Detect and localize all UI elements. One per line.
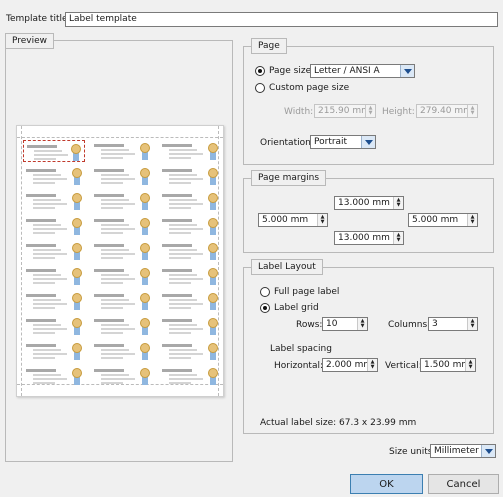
- preview-label-cell: [159, 290, 221, 312]
- size-units-label: Size units: [389, 447, 433, 457]
- margin-bottom-value: 13.000 mm: [338, 233, 390, 243]
- size-units-value: Millimeter: [434, 446, 479, 456]
- preview-label-cell: [159, 315, 221, 337]
- preview-label-cell: [23, 215, 85, 237]
- ok-button[interactable]: OK: [350, 474, 423, 494]
- rows-value: 10: [326, 319, 338, 329]
- label-layout-label: Label Layout: [251, 259, 323, 275]
- preview-label-cell: [91, 340, 153, 362]
- width-input[interactable]: 215.90 mm ▲ ▼: [314, 104, 376, 118]
- margin-top-input[interactable]: 13.000 mm ▲ ▼: [334, 196, 404, 210]
- preview-label-cell: [23, 190, 85, 212]
- spin-arrows-icon[interactable]: ▲ ▼: [467, 318, 477, 330]
- chevron-down-icon: [400, 65, 414, 77]
- preview-label-cell: [23, 340, 85, 362]
- preview-label-cell: [91, 190, 153, 212]
- width-label: Width:: [284, 107, 314, 117]
- spin-arrows-icon[interactable]: ▲ ▼: [367, 359, 377, 371]
- spin-arrows-icon[interactable]: ▲ ▼: [393, 232, 403, 244]
- preview-label-cell: [91, 365, 153, 387]
- preview-label-cell: [159, 365, 221, 387]
- columns-input[interactable]: 3 ▲ ▼: [428, 317, 478, 331]
- columns-label: Columns:: [388, 320, 431, 330]
- preview-label-cell: [159, 340, 221, 362]
- orientation-label: Orientation: [260, 138, 311, 148]
- preview-label-cell: [91, 315, 153, 337]
- preview-label-cell: [159, 190, 221, 212]
- orientation-select[interactable]: Portrait: [310, 135, 376, 149]
- vertical-spacing-input[interactable]: 1.500 mm ▲ ▼: [420, 358, 476, 372]
- top-margin-guide: [17, 137, 223, 138]
- preview-label-cell: [159, 265, 221, 287]
- label-spacing-label: Label spacing: [270, 344, 332, 354]
- full-page-label-text: Full page label: [274, 287, 340, 297]
- spin-arrows-icon[interactable]: ▲ ▼: [317, 214, 327, 226]
- template-title-label: Template title:: [6, 14, 71, 24]
- page-group-label: Page: [251, 38, 287, 54]
- preview-label-cell: [23, 165, 85, 187]
- page-size-label: Page size: [269, 66, 312, 76]
- preview-label-cell: [159, 165, 221, 187]
- preview-label-cell: [23, 290, 85, 312]
- preview-label-cell: [91, 265, 153, 287]
- left-margin-guide: [21, 126, 22, 396]
- horizontal-label: Horizontal:: [274, 361, 323, 371]
- width-value: 215.90 mm: [318, 106, 370, 116]
- preview-label-cell: [91, 240, 153, 262]
- horizontal-spacing-input[interactable]: 2.000 mm ▲ ▼: [322, 358, 378, 372]
- custom-page-size-radio[interactable]: [255, 83, 265, 93]
- margin-bottom-input[interactable]: 13.000 mm ▲ ▼: [334, 231, 404, 245]
- label-grid-radio[interactable]: [260, 303, 270, 313]
- preview-label-cell: [23, 265, 85, 287]
- columns-value: 3: [432, 319, 438, 329]
- preview-sheet: [16, 125, 224, 397]
- preview-label-cell: [91, 140, 153, 162]
- height-label: Height:: [382, 107, 415, 117]
- label-grid-text: Label grid: [274, 303, 319, 313]
- horizontal-spacing-value: 2.000 mm: [326, 360, 373, 370]
- height-input[interactable]: 279.40 mm ▲ ▼: [416, 104, 478, 118]
- chevron-down-icon: [481, 445, 495, 457]
- spin-arrows-icon[interactable]: ▲ ▼: [467, 105, 477, 117]
- rows-input[interactable]: 10 ▲ ▼: [322, 317, 368, 331]
- margin-right-input[interactable]: 5.000 mm ▲ ▼: [408, 213, 478, 227]
- vertical-label: Vertical:: [385, 361, 422, 371]
- page-size-value: Letter / ANSI A: [314, 66, 380, 76]
- page-margins-label: Page margins: [251, 170, 327, 186]
- vertical-spacing-value: 1.500 mm: [424, 360, 471, 370]
- margin-left-input[interactable]: 5.000 mm ▲ ▼: [258, 213, 328, 227]
- margin-left-value: 5.000 mm: [262, 215, 309, 225]
- spin-arrows-icon[interactable]: ▲ ▼: [357, 318, 367, 330]
- spin-arrows-icon[interactable]: ▲ ▼: [465, 359, 475, 371]
- margin-top-value: 13.000 mm: [338, 198, 390, 208]
- preview-label-cell: [159, 240, 221, 262]
- template-title-input[interactable]: Label template: [65, 12, 498, 27]
- cancel-button[interactable]: Cancel: [428, 474, 499, 494]
- preview-label-cell: [159, 140, 221, 162]
- preview-label-cell: [23, 365, 85, 387]
- rows-label: Rows:: [296, 320, 323, 330]
- orientation-value: Portrait: [314, 137, 348, 147]
- preview-label-cell: [91, 165, 153, 187]
- custom-page-size-label: Custom page size: [269, 83, 350, 93]
- size-units-select[interactable]: Millimeter: [430, 444, 496, 458]
- page-size-radio[interactable]: [255, 66, 265, 76]
- preview-label-cell: [23, 240, 85, 262]
- preview-label-cell: [159, 215, 221, 237]
- page-size-select[interactable]: Letter / ANSI A: [310, 64, 415, 78]
- spin-arrows-icon[interactable]: ▲ ▼: [467, 214, 477, 226]
- full-page-label-radio[interactable]: [260, 287, 270, 297]
- preview-label: Preview: [5, 33, 55, 49]
- preview-label-cell: [23, 140, 85, 162]
- spin-arrows-icon[interactable]: ▲ ▼: [393, 197, 403, 209]
- spin-arrows-icon[interactable]: ▲ ▼: [365, 105, 375, 117]
- margin-right-value: 5.000 mm: [412, 215, 459, 225]
- preview-label-cell: [91, 290, 153, 312]
- actual-label-size: Actual label size: 67.3 x 23.99 mm: [260, 418, 417, 428]
- height-value: 279.40 mm: [420, 106, 472, 116]
- chevron-down-icon: [361, 136, 375, 148]
- preview-label-cell: [23, 315, 85, 337]
- preview-label-cell: [91, 215, 153, 237]
